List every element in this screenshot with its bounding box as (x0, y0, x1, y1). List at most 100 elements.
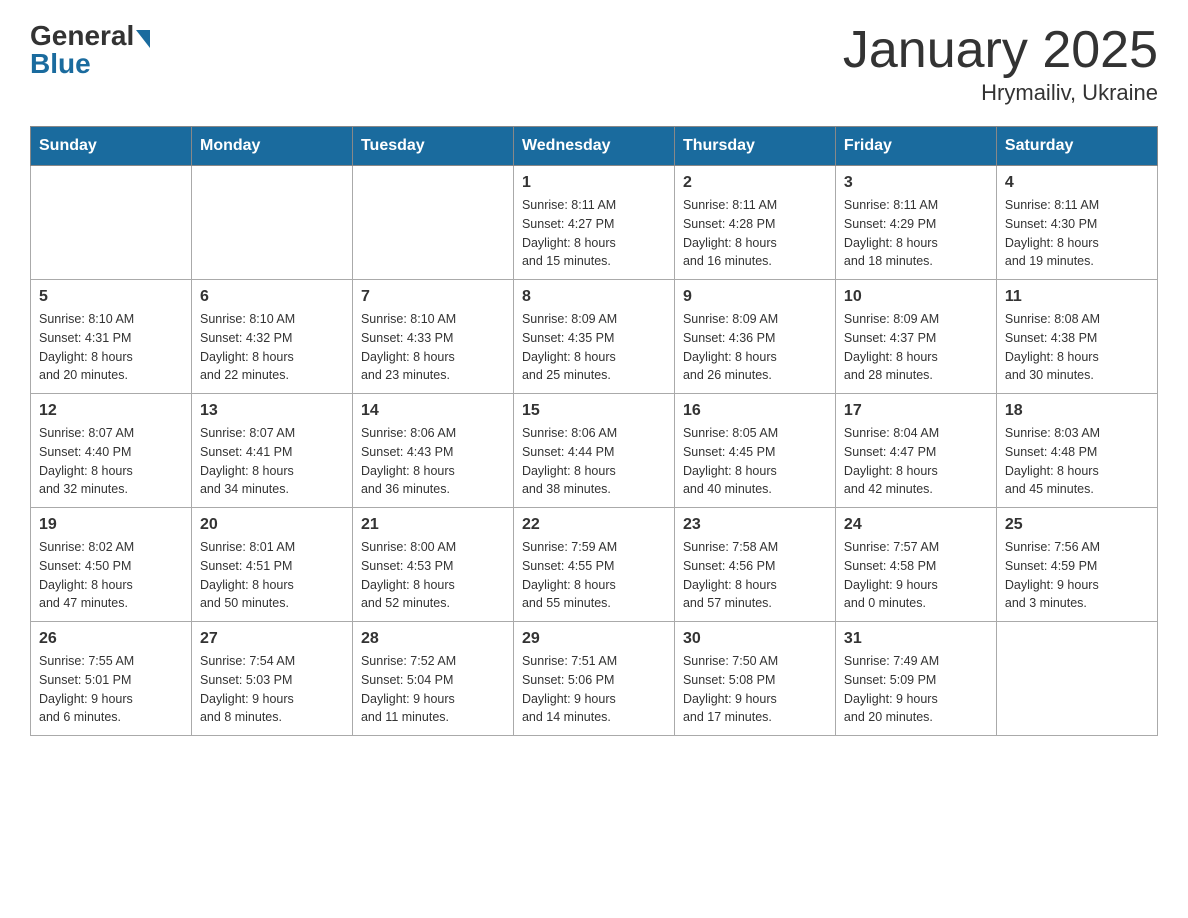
day-info: Sunrise: 8:11 AM Sunset: 4:29 PM Dayligh… (844, 196, 988, 271)
day-of-week-header: Saturday (996, 127, 1157, 166)
day-info: Sunrise: 7:59 AM Sunset: 4:55 PM Dayligh… (522, 538, 666, 613)
day-of-week-header: Monday (191, 127, 352, 166)
day-info: Sunrise: 7:49 AM Sunset: 5:09 PM Dayligh… (844, 652, 988, 727)
day-number: 21 (361, 516, 505, 534)
day-of-week-header: Thursday (674, 127, 835, 166)
calendar-title: January 2025 (843, 20, 1158, 80)
calendar-cell: 15 Sunrise: 8:06 AM Sunset: 4:44 PM Dayli… (513, 394, 674, 508)
calendar-cell: 31 Sunrise: 7:49 AM Sunset: 5:09 PM Dayli… (835, 622, 996, 736)
day-number: 17 (844, 402, 988, 420)
day-number: 4 (1005, 174, 1149, 192)
calendar-cell: 4 Sunrise: 8:11 AM Sunset: 4:30 PM Daylig… (996, 166, 1157, 280)
day-number: 29 (522, 630, 666, 648)
day-of-week-header: Friday (835, 127, 996, 166)
day-number: 8 (522, 288, 666, 306)
day-number: 30 (683, 630, 827, 648)
calendar-cell: 5 Sunrise: 8:10 AM Sunset: 4:31 PM Daylig… (31, 280, 192, 394)
day-number: 2 (683, 174, 827, 192)
calendar-cell: 22 Sunrise: 7:59 AM Sunset: 4:55 PM Dayli… (513, 508, 674, 622)
calendar-cell: 12 Sunrise: 8:07 AM Sunset: 4:40 PM Dayli… (31, 394, 192, 508)
day-info: Sunrise: 8:11 AM Sunset: 4:30 PM Dayligh… (1005, 196, 1149, 271)
calendar-cell: 24 Sunrise: 7:57 AM Sunset: 4:58 PM Dayli… (835, 508, 996, 622)
day-number: 19 (39, 516, 183, 534)
day-info: Sunrise: 8:06 AM Sunset: 4:43 PM Dayligh… (361, 424, 505, 499)
day-info: Sunrise: 8:07 AM Sunset: 4:41 PM Dayligh… (200, 424, 344, 499)
logo: General Blue (30, 20, 150, 80)
day-number: 12 (39, 402, 183, 420)
day-number: 16 (683, 402, 827, 420)
calendar-week-row: 19Sunrise: 8:02 AM Sunset: 4:50 PM Dayli… (31, 508, 1158, 622)
calendar-cell (191, 166, 352, 280)
calendar-cell (31, 166, 192, 280)
day-info: Sunrise: 7:50 AM Sunset: 5:08 PM Dayligh… (683, 652, 827, 727)
calendar-cell: 19Sunrise: 8:02 AM Sunset: 4:50 PM Dayli… (31, 508, 192, 622)
calendar-cell: 25 Sunrise: 7:56 AM Sunset: 4:59 PM Dayli… (996, 508, 1157, 622)
calendar-cell (352, 166, 513, 280)
day-number: 22 (522, 516, 666, 534)
calendar-cell: 6 Sunrise: 8:10 AM Sunset: 4:32 PM Daylig… (191, 280, 352, 394)
calendar-cell: 23Sunrise: 7:58 AM Sunset: 4:56 PM Dayli… (674, 508, 835, 622)
day-info: Sunrise: 8:09 AM Sunset: 4:37 PM Dayligh… (844, 310, 988, 385)
day-number: 11 (1005, 288, 1149, 306)
calendar-cell: 7 Sunrise: 8:10 AM Sunset: 4:33 PM Daylig… (352, 280, 513, 394)
calendar-cell: 2Sunrise: 8:11 AM Sunset: 4:28 PM Daylig… (674, 166, 835, 280)
day-info: Sunrise: 7:56 AM Sunset: 4:59 PM Dayligh… (1005, 538, 1149, 613)
day-number: 7 (361, 288, 505, 306)
calendar-cell: 10 Sunrise: 8:09 AM Sunset: 4:37 PM Dayli… (835, 280, 996, 394)
day-number: 24 (844, 516, 988, 534)
header-row: SundayMondayTuesdayWednesdayThursdayFrid… (31, 127, 1158, 166)
day-number: 10 (844, 288, 988, 306)
calendar-cell: 8 Sunrise: 8:09 AM Sunset: 4:35 PM Daylig… (513, 280, 674, 394)
day-info: Sunrise: 8:10 AM Sunset: 4:31 PM Dayligh… (39, 310, 183, 385)
day-of-week-header: Sunday (31, 127, 192, 166)
day-number: 9 (683, 288, 827, 306)
day-info: Sunrise: 8:10 AM Sunset: 4:32 PM Dayligh… (200, 310, 344, 385)
day-info: Sunrise: 8:01 AM Sunset: 4:51 PM Dayligh… (200, 538, 344, 613)
day-info: Sunrise: 8:03 AM Sunset: 4:48 PM Dayligh… (1005, 424, 1149, 499)
day-info: Sunrise: 7:57 AM Sunset: 4:58 PM Dayligh… (844, 538, 988, 613)
day-number: 31 (844, 630, 988, 648)
calendar-cell: 21 Sunrise: 8:00 AM Sunset: 4:53 PM Dayli… (352, 508, 513, 622)
calendar-week-row: 12 Sunrise: 8:07 AM Sunset: 4:40 PM Dayli… (31, 394, 1158, 508)
day-number: 25 (1005, 516, 1149, 534)
calendar-cell: 3 Sunrise: 8:11 AM Sunset: 4:29 PM Daylig… (835, 166, 996, 280)
day-number: 28 (361, 630, 505, 648)
day-number: 3 (844, 174, 988, 192)
day-info: Sunrise: 8:00 AM Sunset: 4:53 PM Dayligh… (361, 538, 505, 613)
day-number: 14 (361, 402, 505, 420)
calendar-cell: 29 Sunrise: 7:51 AM Sunset: 5:06 PM Dayli… (513, 622, 674, 736)
day-number: 20 (200, 516, 344, 534)
day-number: 5 (39, 288, 183, 306)
day-number: 13 (200, 402, 344, 420)
day-of-week-header: Wednesday (513, 127, 674, 166)
calendar-cell: 26Sunrise: 7:55 AM Sunset: 5:01 PM Dayli… (31, 622, 192, 736)
calendar-cell: 30 Sunrise: 7:50 AM Sunset: 5:08 PM Dayli… (674, 622, 835, 736)
calendar-cell: 27Sunrise: 7:54 AM Sunset: 5:03 PM Dayli… (191, 622, 352, 736)
logo-arrow-icon (136, 30, 150, 48)
day-info: Sunrise: 8:08 AM Sunset: 4:38 PM Dayligh… (1005, 310, 1149, 385)
day-info: Sunrise: 7:52 AM Sunset: 5:04 PM Dayligh… (361, 652, 505, 727)
calendar-subtitle: Hrymailiv, Ukraine (843, 80, 1158, 106)
day-number: 27 (200, 630, 344, 648)
calendar-cell: 20 Sunrise: 8:01 AM Sunset: 4:51 PM Dayli… (191, 508, 352, 622)
calendar-cell: 1Sunrise: 8:11 AM Sunset: 4:27 PM Daylig… (513, 166, 674, 280)
day-number: 23 (683, 516, 827, 534)
day-info: Sunrise: 8:06 AM Sunset: 4:44 PM Dayligh… (522, 424, 666, 499)
day-info: Sunrise: 8:05 AM Sunset: 4:45 PM Dayligh… (683, 424, 827, 499)
day-info: Sunrise: 8:10 AM Sunset: 4:33 PM Dayligh… (361, 310, 505, 385)
day-info: Sunrise: 7:51 AM Sunset: 5:06 PM Dayligh… (522, 652, 666, 727)
calendar-week-row: 1Sunrise: 8:11 AM Sunset: 4:27 PM Daylig… (31, 166, 1158, 280)
day-number: 26 (39, 630, 183, 648)
day-number: 6 (200, 288, 344, 306)
day-number: 1 (522, 174, 666, 192)
calendar-cell: 17Sunrise: 8:04 AM Sunset: 4:47 PM Dayli… (835, 394, 996, 508)
day-info: Sunrise: 8:07 AM Sunset: 4:40 PM Dayligh… (39, 424, 183, 499)
calendar-cell: 11 Sunrise: 8:08 AM Sunset: 4:38 PM Dayli… (996, 280, 1157, 394)
day-info: Sunrise: 8:09 AM Sunset: 4:35 PM Dayligh… (522, 310, 666, 385)
day-number: 18 (1005, 402, 1149, 420)
calendar-week-row: 26Sunrise: 7:55 AM Sunset: 5:01 PM Dayli… (31, 622, 1158, 736)
day-number: 15 (522, 402, 666, 420)
calendar-table: SundayMondayTuesdayWednesdayThursdayFrid… (30, 126, 1158, 736)
calendar-cell: 28 Sunrise: 7:52 AM Sunset: 5:04 PM Dayli… (352, 622, 513, 736)
calendar-week-row: 5 Sunrise: 8:10 AM Sunset: 4:31 PM Daylig… (31, 280, 1158, 394)
